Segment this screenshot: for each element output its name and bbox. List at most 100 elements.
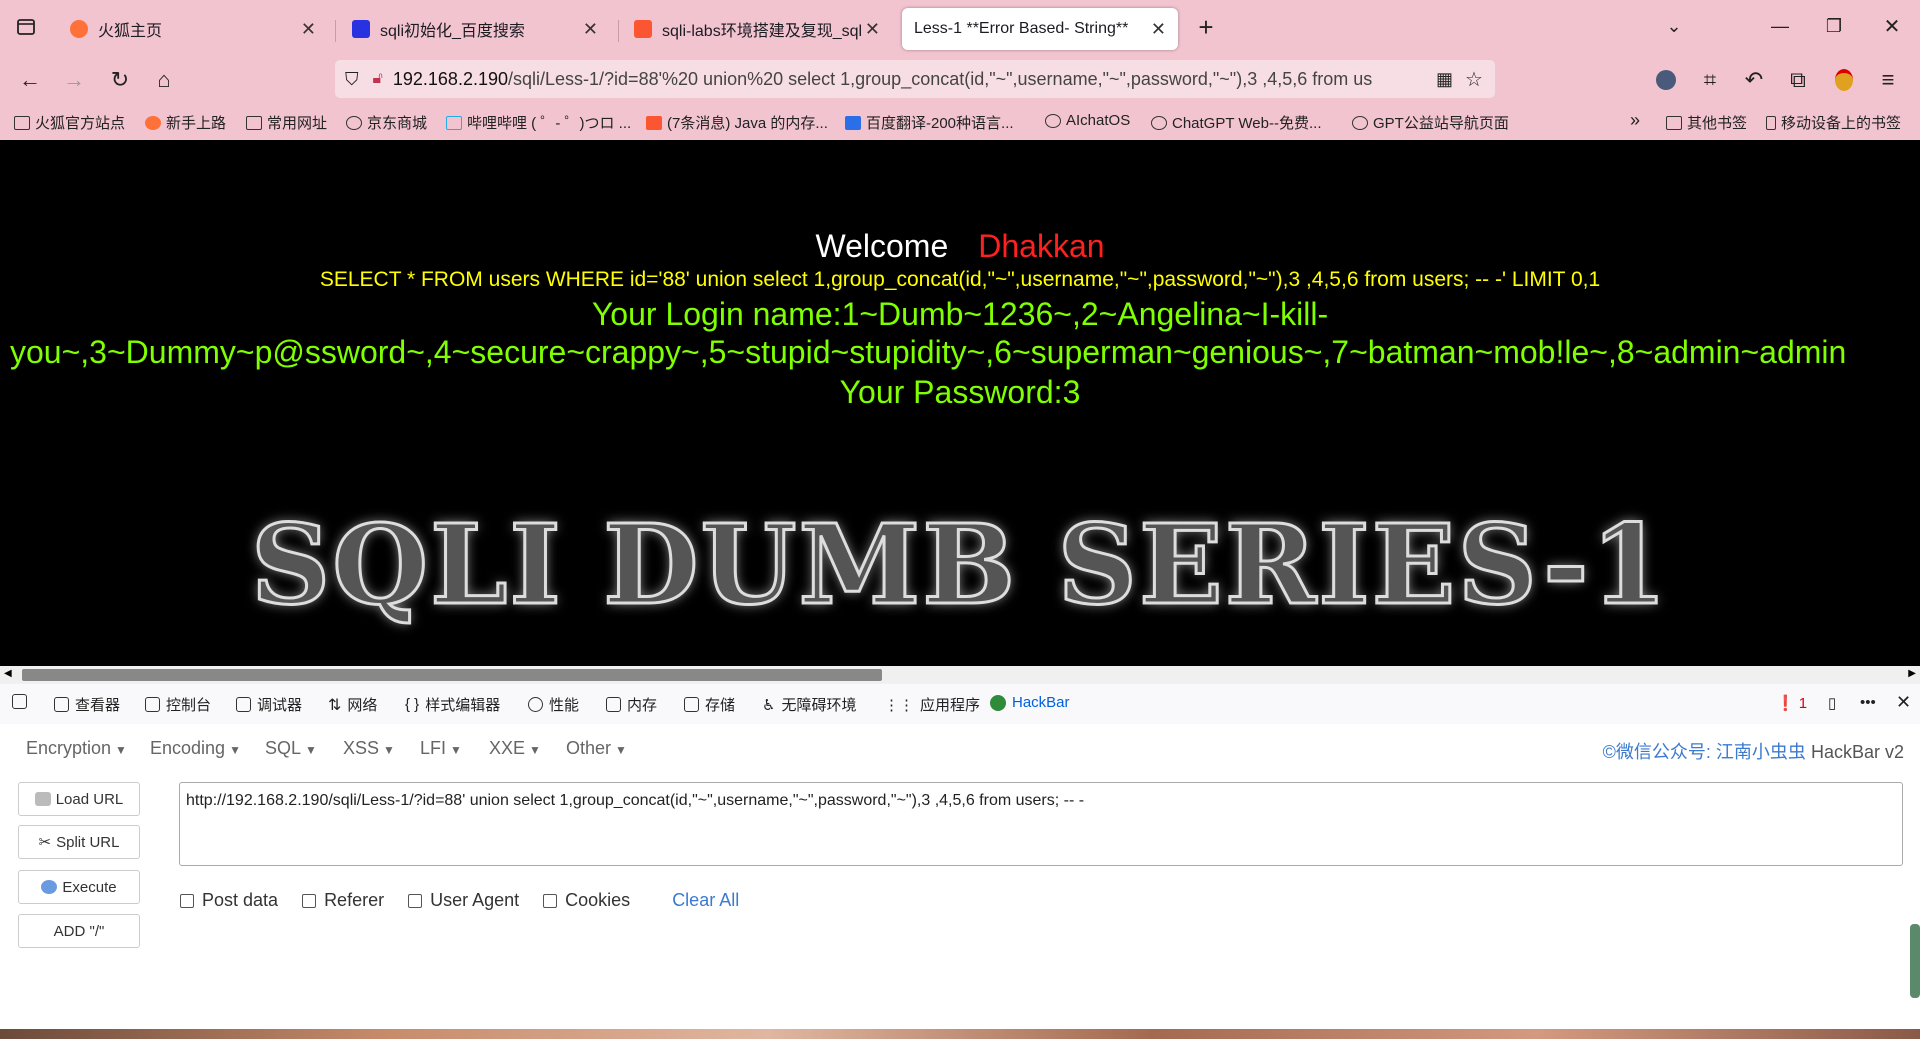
bookmark-item[interactable]: GPT公益站导航页面: [1352, 112, 1509, 133]
menu-xxe[interactable]: XXE ▼: [489, 738, 541, 759]
close-tab-icon[interactable]: ✕: [865, 19, 880, 40]
close-tab-icon[interactable]: ✕: [583, 19, 598, 40]
post-data-checkbox[interactable]: Post data: [180, 890, 278, 911]
hackbar-icon: [990, 694, 1006, 711]
split-url-button[interactable]: ✂ Split URL: [18, 825, 140, 859]
error-count-badge[interactable]: ❗ 1: [1776, 694, 1807, 713]
tab-list-icon[interactable]: [12, 13, 40, 41]
tab-title: Less-1 **Error Based- String**: [914, 20, 1129, 37]
close-tab-icon[interactable]: ✕: [301, 19, 316, 40]
undo-icon[interactable]: ↶: [1740, 66, 1768, 94]
home-icon[interactable]: ⌂: [150, 66, 178, 94]
menu-xss[interactable]: XSS ▼: [343, 738, 395, 759]
tab-csdn-article[interactable]: sqli-labs环境搭建及复现_sqllab ✕: [622, 8, 892, 50]
screenshot-icon[interactable]: ⌗: [1696, 66, 1724, 94]
more-bookmarks-icon[interactable]: »: [1630, 110, 1640, 131]
menu-sql[interactable]: SQL ▼: [265, 738, 317, 759]
tab-firefox-home[interactable]: 火狐主页 ✕: [58, 8, 328, 50]
tab-title: 火狐主页: [98, 23, 163, 40]
load-url-button[interactable]: Load URL: [18, 782, 140, 816]
csdn-icon: [634, 20, 652, 38]
tab-hackbar[interactable]: HackBar: [990, 694, 1070, 711]
address-bar[interactable]: ⛉ 🔓︎ 192.168.2.190 /sqli/Less-1/?id=88'%…: [335, 60, 1495, 98]
tab-performance[interactable]: 性能: [528, 694, 579, 715]
tab-less-1[interactable]: Less-1 **Error Based- String** ✕: [902, 8, 1178, 50]
login-name-line1: Your Login name:1~Dumb~1236~,2~Angelina~…: [591, 296, 1329, 332]
scrollbar-thumb[interactable]: [22, 669, 882, 681]
horizontal-scrollbar[interactable]: ◀ ▶: [0, 666, 1920, 684]
performance-icon: [528, 697, 543, 712]
bookmark-item[interactable]: 哔哩哔哩 ( ゜- ゜)つロ ...: [446, 112, 631, 133]
globe-icon: [1352, 115, 1368, 130]
bookmark-item[interactable]: 移动设备上的书签: [1766, 112, 1901, 133]
bookmark-item[interactable]: ChatGPT Web--免费...: [1151, 112, 1321, 133]
close-devtools-icon[interactable]: ✕: [1896, 692, 1911, 713]
tab-network[interactable]: ⇅ 网络: [328, 694, 377, 715]
qr-code-icon[interactable]: ▦: [1436, 69, 1453, 90]
memory-icon: [606, 697, 621, 712]
cookies-checkbox[interactable]: Cookies: [543, 890, 630, 911]
referer-checkbox[interactable]: Referer: [302, 890, 384, 911]
dock-icon[interactable]: ▯: [1828, 694, 1836, 712]
url-textarea[interactable]: http://192.168.2.190/sqli/Less-1/?id=88'…: [179, 782, 1903, 866]
page-content: Welcome Dhakkan SELECT * FROM users WHERE…: [0, 140, 1920, 668]
bookmark-item[interactable]: 百度翻译-200种语言...: [845, 112, 1014, 133]
reload-icon[interactable]: ↻: [106, 66, 134, 94]
tab-storage[interactable]: 存储: [684, 694, 735, 715]
bookmark-item[interactable]: (7条消息) Java 的内存...: [646, 112, 828, 133]
back-icon[interactable]: ←: [16, 66, 44, 94]
tab-accessibility[interactable]: ♿︎ 无障碍环境: [762, 694, 856, 715]
network-icon: ⇅: [328, 696, 342, 714]
shield-icon[interactable]: ⛉: [345, 69, 359, 90]
inspector-icon: [54, 697, 69, 712]
minimize-icon[interactable]: —: [1766, 12, 1794, 40]
desktop-wallpaper-strip: [0, 1029, 1920, 1039]
scroll-right-icon[interactable]: ▶: [1908, 668, 1916, 679]
new-tab-icon[interactable]: +: [1192, 12, 1220, 42]
vertical-scrollbar[interactable]: [1910, 924, 1920, 998]
bookmark-item[interactable]: 火狐官方站点: [14, 112, 125, 133]
hackbar-credit: ©微信公众号: 江南小虫虫 HackBar v2: [1602, 742, 1904, 762]
menu-encryption[interactable]: Encryption ▼: [26, 738, 127, 759]
scroll-left-icon[interactable]: ◀: [4, 668, 12, 679]
load-icon: [34, 792, 51, 806]
bookmark-item[interactable]: 京东商城: [346, 112, 427, 133]
close-tab-icon[interactable]: ✕: [1151, 19, 1166, 40]
execute-button[interactable]: Execute: [18, 870, 140, 904]
menu-encoding[interactable]: Encoding ▼: [150, 738, 241, 759]
tab-style-editor[interactable]: { } 样式编辑器: [405, 694, 500, 715]
firefox-icon: [145, 115, 161, 130]
openai-icon: [1151, 115, 1167, 130]
chevron-down-icon[interactable]: ⌄: [1660, 12, 1688, 40]
tab-console[interactable]: 控制台: [145, 694, 211, 715]
tab-application[interactable]: ⋮⋮ 应用程序: [884, 694, 980, 715]
menu-other[interactable]: Other ▼: [566, 738, 627, 759]
tab-memory[interactable]: 内存: [606, 694, 657, 715]
insecure-lock-icon[interactable]: 🔓︎: [373, 70, 383, 88]
extensions-icon[interactable]: ⧉: [1784, 66, 1812, 94]
bookmark-star-icon[interactable]: ☆: [1465, 67, 1483, 92]
bookmark-item[interactable]: 常用网址: [246, 112, 327, 133]
add-slash-button[interactable]: ADD "/": [18, 914, 140, 948]
menu-lfi[interactable]: LFI ▼: [420, 738, 462, 759]
nav-bar: ← → ↻ ⌂ ⛉ 🔓︎ 192.168.2.190 /sqli/Less-1/…: [0, 54, 1920, 104]
restore-icon[interactable]: ❐: [1820, 12, 1848, 40]
bookmarks-bar: 火狐官方站点 新手上路 常用网址 京东商城 哔哩哔哩 ( ゜- ゜)つロ ...…: [0, 104, 1920, 140]
tab-inspector[interactable]: 查看器: [54, 694, 120, 715]
tab-baidu-search[interactable]: sqli初始化_百度搜索 ✕: [340, 8, 610, 50]
user-agent-checkbox[interactable]: User Agent: [408, 890, 519, 911]
bookmark-item[interactable]: 新手上路: [145, 112, 226, 133]
element-picker-icon[interactable]: [12, 694, 33, 709]
close-window-icon[interactable]: ✕: [1878, 12, 1906, 40]
bookmark-item[interactable]: 其他书签: [1666, 112, 1747, 133]
forward-icon[interactable]: →: [60, 66, 88, 94]
account-avatar-icon[interactable]: [1652, 66, 1680, 94]
bookmark-item[interactable]: AIchatOS: [1045, 112, 1130, 129]
tab-bar: 火狐主页 ✕ sqli初始化_百度搜索 ✕ sqli-labs环境搭建及复现_s…: [0, 0, 1920, 54]
extension-badge-icon[interactable]: [1830, 66, 1858, 94]
tab-debugger[interactable]: 调试器: [236, 694, 302, 715]
clear-all-link[interactable]: Clear All: [672, 890, 739, 911]
more-options-icon[interactable]: •••: [1860, 694, 1876, 711]
menu-icon[interactable]: ≡: [1874, 66, 1902, 94]
error-icon: ❗: [1776, 695, 1795, 712]
